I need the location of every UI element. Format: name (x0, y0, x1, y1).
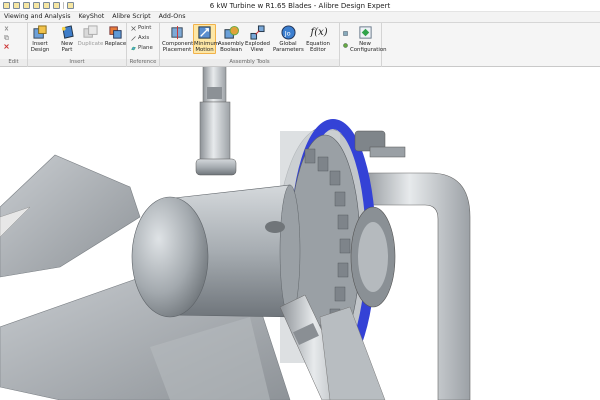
group-label-assembly-tools: Assembly Tools (160, 59, 339, 66)
group-assembly-tools: Component Placement Minimum Motion Assem… (160, 23, 340, 67)
title-bar: 6 kW Turbine w R1.65 Blades - Alibre Des… (0, 0, 600, 12)
group-edit: Edit (0, 23, 28, 67)
group-label-edit: Edit (0, 59, 27, 66)
replace-button[interactable]: Replace (104, 25, 127, 47)
replace-icon (109, 26, 122, 39)
equation-editor-icon: f(x) (310, 27, 328, 38)
global-parameters-button[interactable]: Jo Global Parameters (273, 25, 304, 53)
cut-icon (4, 26, 9, 31)
turbine-model[interactable] (0, 67, 600, 400)
new-part-label: New Part (61, 41, 73, 53)
new-configuration-icon (358, 26, 372, 39)
model-viewport[interactable] (0, 67, 600, 400)
minimum-motion-button[interactable]: Minimum Motion (193, 24, 219, 54)
tail-fin (319, 306, 386, 400)
tab-viewing-and-analysis[interactable]: Viewing and Analysis (0, 12, 74, 22)
settings-icon (343, 31, 348, 36)
insert-design-icon (32, 25, 47, 39)
equation-editor-label: Equation Editor (306, 41, 330, 53)
insert-design-button[interactable]: Insert Design (30, 25, 50, 53)
new-part-button[interactable]: New Part (59, 25, 75, 53)
component-placement-label: Component Placement (162, 41, 194, 53)
component-placement-icon (170, 25, 183, 40)
new-part-icon (61, 25, 74, 39)
new-configuration-button[interactable]: New Configuration (350, 25, 387, 53)
global-parameters-label: Global Parameters (273, 41, 304, 53)
minimum-motion-icon (198, 26, 211, 39)
point-icon (131, 25, 136, 31)
exploded-view-label: Exploded View (245, 41, 270, 53)
cube-icon (343, 43, 348, 48)
tab-add-ons[interactable]: Add-Ons (155, 12, 190, 22)
svg-text:Jo: Jo (283, 29, 290, 37)
axis-button[interactable]: Axis (131, 35, 149, 41)
group-configuration: New Configuration (340, 23, 387, 67)
assembly-boolean-label: Assembly Boolean (218, 41, 244, 53)
group-reference: Point Axis Plane Reference (127, 23, 160, 67)
assembly-boolean-button[interactable]: Assembly Boolean (218, 25, 244, 53)
cut-button[interactable] (4, 26, 9, 31)
point-button[interactable]: Point (131, 25, 151, 31)
tab-keyshot[interactable]: KeyShot (74, 12, 108, 22)
component-placement-button[interactable]: Component Placement (162, 25, 194, 53)
configuration-icon-top[interactable] (343, 31, 348, 36)
group-label-insert: Insert (28, 59, 126, 66)
insert-design-label: Insert Design (30, 41, 50, 53)
exploded-view-icon (249, 25, 265, 40)
axis-label: Axis (138, 35, 150, 41)
duplicate-label: Duplicate (77, 41, 104, 47)
blade-upper-left (0, 154, 141, 278)
global-parameters-icon: Jo (280, 25, 296, 40)
copy-icon (4, 35, 9, 40)
exploded-view-button[interactable]: Exploded View (245, 25, 270, 53)
duplicate-icon (83, 25, 98, 38)
ribbon: Edit Insert Design New Part Duplicate Re… (0, 22, 600, 67)
group-insert: Insert Design New Part Duplicate Replace… (28, 23, 127, 67)
duplicate-button[interactable]: Duplicate (77, 25, 104, 47)
plane-button[interactable]: Plane (131, 45, 153, 51)
minimum-motion-label: Minimum Motion (194, 41, 219, 53)
nacelle-hub (131, 184, 301, 318)
menu-bar: Viewing and Analysis KeyShot Alibre Scri… (0, 12, 600, 22)
axis-icon (131, 35, 136, 41)
delete-icon (4, 44, 9, 49)
window-title: 6 kW Turbine w R1.65 Blades - Alibre Des… (209, 2, 391, 10)
upper-shaft (195, 67, 237, 176)
equation-editor-button[interactable]: f(x) Equation Editor (305, 25, 331, 53)
tab-alibre-script[interactable]: Alibre Script (108, 12, 154, 22)
group-label-reference: Reference (127, 59, 159, 66)
configuration-icon-bottom[interactable] (343, 43, 348, 48)
new-configuration-label: New Configuration (350, 41, 387, 53)
replace-label: Replace (104, 41, 127, 47)
assembly-boolean-icon (223, 25, 239, 39)
copy-button[interactable] (4, 35, 9, 40)
plane-icon (131, 46, 136, 50)
point-label: Point (138, 25, 152, 31)
plane-label: Plane (138, 45, 153, 51)
delete-button[interactable] (4, 44, 9, 49)
